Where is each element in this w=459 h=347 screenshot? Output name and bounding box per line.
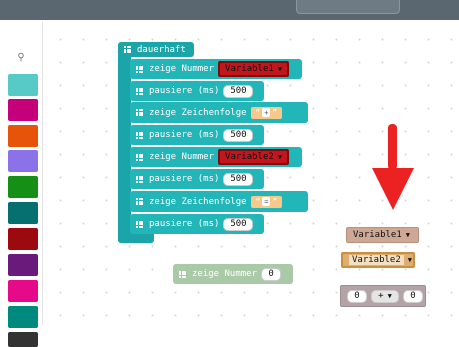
pause-value-input[interactable]: 500 — [223, 217, 254, 231]
string-value: = — [262, 197, 271, 206]
grid-icon — [136, 109, 143, 116]
variable-name: Variable2 — [225, 152, 274, 162]
block-label: zeige Nummer — [149, 152, 215, 162]
string-value: + — [262, 108, 271, 117]
forever-block-foot — [118, 233, 154, 243]
pause-block[interactable]: pausiere (ms) 500 — [130, 125, 264, 145]
top-bar — [0, 0, 459, 20]
grid-icon — [124, 46, 131, 53]
toolbox: ⚲ — [0, 22, 43, 347]
category-variables[interactable] — [8, 254, 38, 276]
variable-dropdown[interactable]: Variable2 ▼ — [218, 149, 290, 165]
chevron-down-icon: ▼ — [405, 231, 410, 239]
pause-block[interactable]: pausiere (ms) 500 — [130, 214, 264, 234]
block-label: zeige Zeichenfolge — [149, 107, 247, 118]
variable-dropdown[interactable]: Variable1 ▼ — [218, 61, 290, 77]
grid-icon — [136, 198, 143, 205]
quote-open: “ — [255, 197, 261, 206]
category-logic[interactable] — [8, 228, 38, 250]
string-input[interactable]: “ + ” — [250, 106, 283, 119]
block-label: pausiere (ms) — [149, 174, 220, 184]
grid-icon — [136, 131, 143, 139]
quote-open: “ — [255, 108, 261, 117]
variable2-reporter[interactable]: Variable2 ▼ — [341, 252, 415, 268]
category-loops[interactable] — [8, 202, 38, 224]
math-operation-block[interactable]: 0 + ▼ 0 — [340, 285, 426, 307]
block-label: pausiere (ms) — [149, 219, 220, 229]
category-more[interactable] — [8, 332, 38, 347]
grid-icon — [179, 270, 186, 278]
quote-close: ” — [272, 108, 278, 117]
chevron-down-icon: ▼ — [277, 153, 283, 161]
operator: + — [378, 291, 384, 301]
grid-icon — [136, 175, 143, 183]
category-radio[interactable] — [8, 176, 38, 198]
pause-value-input[interactable]: 500 — [223, 128, 254, 142]
block-label: zeige Zeichenfolge — [149, 196, 247, 207]
variable1-reporter[interactable]: Variable1 ▼ — [346, 227, 419, 243]
chevron-down-icon: ▼ — [407, 256, 412, 264]
variable-name: Variable1 — [353, 230, 402, 240]
show-number-block[interactable]: zeige Nummer Variable2 ▼ — [130, 147, 302, 167]
show-string-block[interactable]: zeige Zeichenfolge “ + ” — [130, 102, 308, 123]
editor-tab[interactable] — [296, 0, 400, 14]
pause-value-input[interactable]: 500 — [223, 172, 254, 186]
category-basic[interactable] — [8, 74, 38, 96]
search-icon[interactable]: ⚲ — [6, 48, 36, 68]
block-label: zeige Nummer — [192, 269, 258, 279]
variable-name: Variable1 — [225, 64, 274, 74]
category-music[interactable] — [8, 125, 38, 147]
string-input[interactable]: “ = ” — [250, 195, 283, 208]
block-label: zeige Nummer — [149, 64, 215, 74]
right-operand-input[interactable]: 0 — [403, 289, 423, 303]
show-string-block[interactable]: zeige Zeichenfolge “ = ” — [130, 191, 308, 212]
number-input[interactable]: 0 — [261, 267, 282, 281]
red-arrow-annotation — [372, 124, 414, 210]
show-number-block[interactable]: zeige Nummer Variable1 ▼ — [130, 59, 302, 79]
pause-block[interactable]: pausiere (ms) 500 — [130, 169, 264, 189]
grid-icon — [136, 87, 143, 95]
category-input[interactable] — [8, 99, 38, 121]
operator-dropdown[interactable]: + ▼ — [371, 289, 399, 303]
chevron-down-icon: ▼ — [277, 65, 283, 73]
grid-icon — [136, 153, 143, 161]
quote-close: ” — [272, 197, 278, 206]
pause-block[interactable]: pausiere (ms) 500 — [130, 81, 264, 101]
category-math[interactable] — [8, 280, 38, 302]
grid-icon — [136, 220, 143, 228]
block-label: pausiere (ms) — [149, 86, 220, 96]
pause-value-input[interactable]: 500 — [223, 84, 254, 98]
left-operand-input[interactable]: 0 — [347, 289, 367, 303]
category-led[interactable] — [8, 150, 38, 172]
grid-icon — [136, 65, 143, 73]
chevron-down-icon: ▼ — [387, 292, 392, 300]
forever-label: dauerhaft — [137, 44, 186, 55]
variable-name: Variable2 — [349, 255, 404, 265]
show-number-block-disabled[interactable]: zeige Nummer 0 — [173, 264, 293, 284]
block-label: pausiere (ms) — [149, 130, 220, 140]
